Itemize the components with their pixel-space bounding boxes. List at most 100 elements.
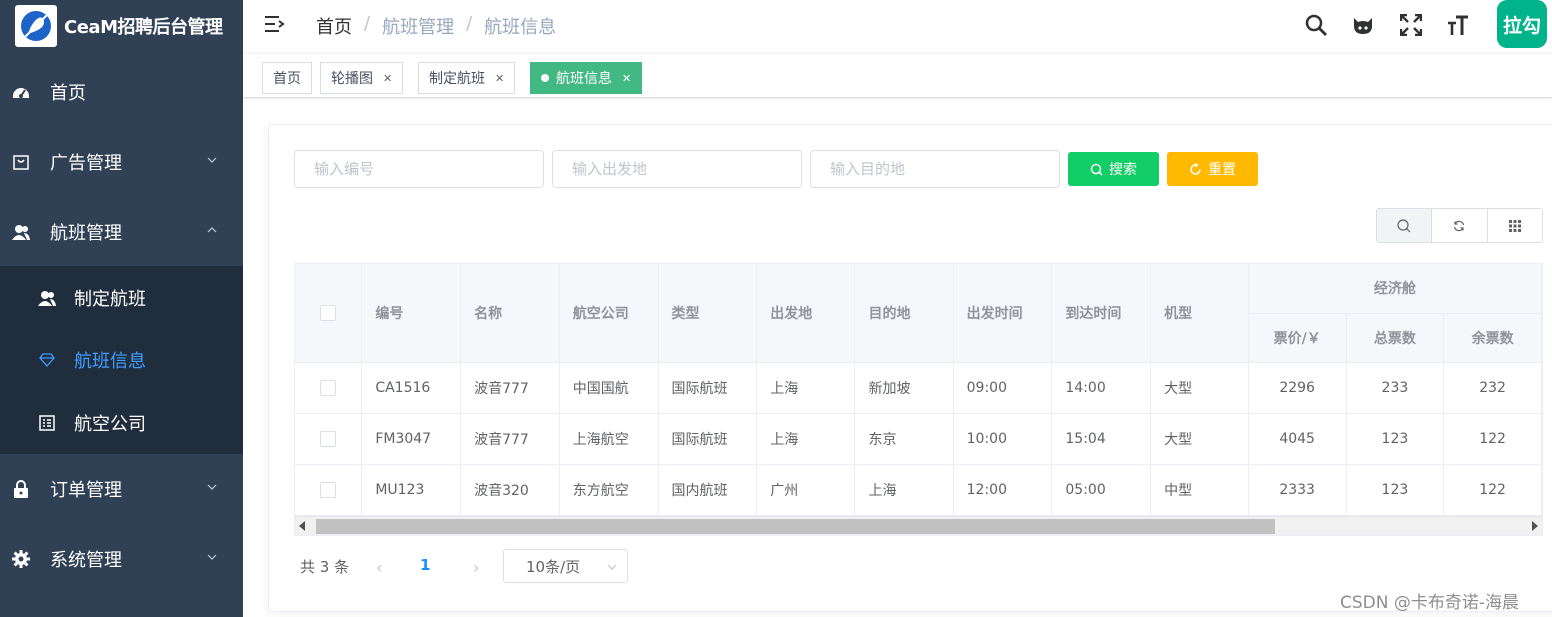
to-search-input[interactable] [810, 150, 1060, 188]
horizontal-scrollbar[interactable] [295, 516, 1542, 535]
select-all-cell [295, 264, 363, 363]
sidebar-subitem-label: 制定航班 [74, 289, 146, 310]
sidebar-item-ads[interactable]: 广告管理 [0, 127, 243, 197]
refresh-icon [1454, 220, 1465, 231]
table-toolbar [1376, 208, 1543, 243]
search-button[interactable]: 搜索 [1068, 152, 1159, 186]
tag-flight-info[interactable]: 航班信息 ✕ [530, 62, 643, 94]
header-model: 机型 [1150, 264, 1249, 363]
github-icon[interactable] [1352, 14, 1374, 36]
cell-from: 广州 [756, 464, 856, 516]
breadcrumb-flight-info: 航班信息 [484, 17, 557, 38]
sidebar-subitem-create-flight[interactable]: 制定航班 [0, 267, 243, 329]
breadcrumb-separator: / [466, 13, 473, 34]
select-all-checkbox[interactable] [320, 304, 337, 321]
table-row[interactable]: FM3047 波音777 上海航空 国际航班 上海 东京 10:00 15:04 大型 4045 1… [295, 413, 1542, 465]
scroll-right-icon[interactable] [1532, 521, 1538, 531]
search-icon [1397, 218, 1411, 232]
cell-name: 波音777 [460, 362, 560, 414]
cell-from: 上海 [756, 413, 856, 465]
chevron-down-icon [607, 564, 617, 570]
cell-model: 大型 [1150, 413, 1249, 465]
chevron-down-icon [207, 157, 217, 163]
header-price: 票价/￥ [1248, 313, 1347, 363]
table-row[interactable]: CA1516 波音777 中国国航 国际航班 上海 新加坡 09:00 14:00 大型 2296… [295, 362, 1542, 414]
sidebar-item-system[interactable]: 系统管理 [0, 524, 243, 594]
user-avatar[interactable]: 拉勾 [1497, 0, 1547, 48]
cell-code: MU123 [361, 464, 462, 516]
search-button-label: 搜索 [1109, 162, 1137, 178]
table-row[interactable]: MU123 波音320 东方航空 国内航班 广州 上海 12:00 05:00 中型 2333 12… [295, 464, 1542, 516]
sidebar-item-orders[interactable]: 订单管理 [0, 454, 243, 524]
sidebar-item-label: 航班管理 [50, 223, 122, 244]
diamond-icon [38, 351, 56, 369]
user-group-icon [12, 223, 30, 241]
row-select-cell [295, 413, 363, 465]
sidebar-item-flights[interactable]: 航班管理 [0, 197, 243, 267]
cell-arrive: 15:04 [1051, 413, 1152, 465]
header-depart: 出发时间 [953, 264, 1053, 363]
cell-to: 上海 [854, 464, 954, 516]
scrollbar-thumb[interactable] [316, 519, 1275, 534]
hamburger-icon[interactable] [265, 15, 285, 33]
refresh-button[interactable] [1432, 209, 1488, 242]
row-checkbox[interactable] [320, 430, 337, 447]
cell-model: 大型 [1150, 362, 1249, 414]
scroll-left-icon[interactable] [299, 521, 305, 531]
lock-icon [12, 480, 30, 498]
reset-button[interactable]: 重置 [1167, 152, 1258, 186]
row-checkbox[interactable] [320, 481, 337, 498]
breadcrumb-separator: / [364, 13, 371, 34]
code-search-input[interactable] [294, 150, 544, 188]
chevron-down-icon [207, 554, 217, 560]
sidebar-item-home[interactable]: 首页 [0, 57, 243, 127]
sidebar-subitem-airlines[interactable]: 航空公司 [0, 392, 243, 454]
row-checkbox[interactable] [320, 379, 337, 396]
cell-arrive: 14:00 [1051, 362, 1152, 414]
sidebar: CeaM招聘后台管理 首页 广告管理 航班管理 制定航班 航班信息 航空公司 订… [0, 0, 243, 617]
sidebar-subitem-label: 航班信息 [74, 351, 146, 372]
sidebar-subitem-label: 航空公司 [74, 414, 146, 435]
page-size-select[interactable]: 10条/页 [503, 549, 628, 583]
logo-icon [15, 5, 57, 47]
cell-from: 上海 [756, 362, 856, 414]
prev-page-icon[interactable]: ‹ [376, 558, 390, 577]
users-icon [38, 289, 56, 307]
sidebar-item-label: 广告管理 [50, 153, 122, 174]
search-icon[interactable] [1305, 14, 1327, 36]
cell-type: 国际航班 [658, 362, 758, 414]
tag-label: 航班信息 [556, 71, 612, 87]
tag-label: 制定航班 [429, 71, 485, 87]
header-from: 出发地 [756, 264, 856, 363]
tag-create-flight[interactable]: 制定航班 ✕ [418, 62, 516, 94]
header-arrive: 到达时间 [1051, 264, 1152, 363]
refresh-icon [1190, 162, 1201, 175]
chevron-up-icon [207, 227, 217, 233]
header: 首页 / 航班管理 / 航班信息 拉勾 [243, 0, 1552, 52]
watermark: CSDN @卡布奇诺-海晨 [1340, 593, 1520, 613]
dashboard-icon [12, 83, 30, 101]
close-icon[interactable]: ✕ [383, 72, 392, 85]
cell-remain: 232 [1443, 362, 1542, 414]
cell-code: CA1516 [361, 362, 462, 414]
next-page-icon[interactable]: › [473, 558, 487, 577]
fullscreen-icon[interactable] [1400, 14, 1422, 36]
close-icon[interactable]: ✕ [622, 72, 631, 85]
breadcrumb-home[interactable]: 首页 [316, 13, 352, 39]
search-icon [1090, 163, 1103, 176]
cell-type: 国内航班 [658, 464, 758, 516]
from-search-input[interactable] [552, 150, 802, 188]
cell-type: 国际航班 [658, 413, 758, 465]
toggle-search-button[interactable] [1377, 209, 1433, 242]
page-number-current[interactable]: 1 [420, 556, 430, 574]
font-size-icon[interactable] [1447, 14, 1469, 36]
cell-price: 2296 [1248, 362, 1347, 414]
cell-total: 123 [1346, 413, 1445, 465]
close-icon[interactable]: ✕ [495, 72, 504, 85]
sidebar-subitem-flight-info[interactable]: 航班信息 [0, 329, 243, 391]
tag-carousel[interactable]: 轮播图 ✕ [320, 62, 404, 94]
cell-code: FM3047 [361, 413, 462, 465]
active-dot-icon [541, 74, 549, 82]
tag-home[interactable]: 首页 [262, 62, 312, 94]
columns-button[interactable] [1488, 209, 1542, 242]
